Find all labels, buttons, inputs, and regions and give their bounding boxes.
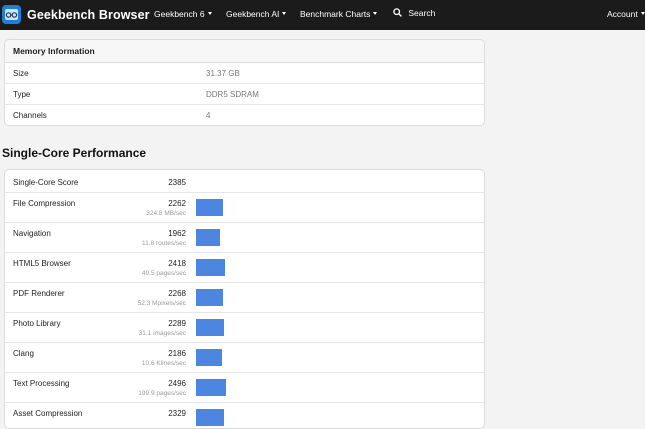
benchmark-row: Asset Compression 2329 bbox=[5, 403, 484, 428]
benchmark-name: Navigation bbox=[13, 229, 51, 238]
single-core-score-label: Single-Core Score bbox=[13, 178, 79, 187]
benchmark-row: Navigation 1962 11.8 routes/sec bbox=[5, 223, 484, 253]
benchmark-row: File Compression 2262 324.8 MB/sec bbox=[5, 193, 484, 223]
benchmark-name: HTML5 Browser bbox=[13, 259, 71, 268]
benchmark-score-bar bbox=[196, 409, 224, 426]
brand-link[interactable]: Geekbench Browser bbox=[2, 5, 150, 24]
benchmark-name: Text Processing bbox=[13, 379, 70, 388]
memory-row-value: 31.37 GB bbox=[206, 69, 240, 78]
benchmark-rate: 199.9 pages/sec bbox=[138, 390, 186, 397]
caret-down-icon bbox=[373, 12, 378, 15]
nav-benchmark-charts-label: Benchmark Charts bbox=[300, 9, 371, 19]
benchmark-score: 2496 bbox=[168, 379, 186, 388]
nav-geekbench-ai-label: Geekbench AI bbox=[226, 9, 280, 19]
benchmark-name: Photo Library bbox=[13, 319, 61, 328]
search-icon bbox=[393, 8, 402, 17]
memory-info-title: Memory Information bbox=[5, 40, 484, 63]
top-navbar: Geekbench Browser Geekbench 6 Geekbench … bbox=[0, 0, 645, 30]
memory-row-name: Size bbox=[13, 69, 29, 78]
memory-row: Size 31.37 GB bbox=[5, 63, 484, 84]
benchmark-row: HTML5 Browser 2418 49.5 pages/sec bbox=[5, 253, 484, 283]
benchmark-name: Asset Compression bbox=[13, 409, 83, 418]
nav-account-dropdown[interactable]: Account bbox=[607, 9, 645, 19]
benchmark-score: 2329 bbox=[168, 409, 186, 418]
benchmark-score-bar bbox=[196, 379, 226, 396]
nav-search-label: Search bbox=[408, 8, 436, 18]
benchmark-name: PDF Renderer bbox=[13, 289, 65, 298]
nav-benchmark-charts-dropdown[interactable]: Benchmark Charts bbox=[300, 9, 378, 19]
single-core-card: Single-Core Score 2385 File Compression 2… bbox=[4, 169, 485, 429]
caret-down-icon bbox=[640, 12, 645, 15]
benchmark-rate: 31.1 images/sec bbox=[138, 330, 186, 337]
benchmark-score: 1962 bbox=[168, 229, 186, 238]
benchmark-score: 2268 bbox=[168, 289, 186, 298]
brand-name: Geekbench Browser bbox=[27, 7, 150, 22]
benchmark-score-bar bbox=[196, 349, 222, 366]
caret-down-icon bbox=[282, 12, 287, 15]
benchmark-rate: 324.8 MB/sec bbox=[146, 210, 186, 217]
nav-geekbench6-dropdown[interactable]: Geekbench 6 bbox=[154, 9, 212, 19]
nav-search-link[interactable]: Search bbox=[393, 8, 435, 18]
benchmark-score-bar bbox=[196, 229, 220, 246]
benchmark-row: PDF Renderer 2268 52.3 Mpixels/sec bbox=[5, 283, 484, 313]
benchmark-score-bar bbox=[196, 199, 223, 216]
single-core-score-value: 2385 bbox=[168, 178, 186, 187]
benchmark-row: Text Processing 2496 199.9 pages/sec bbox=[5, 373, 484, 403]
benchmark-score: 2289 bbox=[168, 319, 186, 328]
memory-row-name: Type bbox=[13, 90, 31, 99]
benchmark-row: Photo Library 2289 31.1 images/sec bbox=[5, 313, 484, 343]
benchmark-list: File Compression 2262 324.8 MB/sec Navigati… bbox=[5, 193, 484, 428]
memory-info-card: Memory Information Size 31.37 GB Type DD… bbox=[4, 39, 485, 126]
benchmark-score-bar bbox=[196, 289, 223, 306]
single-core-section-title: Single-Core Performance bbox=[2, 146, 147, 160]
benchmark-score: 2262 bbox=[168, 199, 186, 208]
benchmark-row: Clang 2186 10.6 Klines/sec bbox=[5, 343, 484, 373]
geekbench-logo-icon bbox=[2, 5, 21, 24]
memory-row-value: 4 bbox=[206, 111, 211, 120]
memory-row-name: Channels bbox=[13, 111, 47, 120]
benchmark-score-bar bbox=[196, 319, 224, 336]
nav-geekbench6-label: Geekbench 6 bbox=[154, 9, 205, 19]
benchmark-score: 2186 bbox=[168, 349, 186, 358]
benchmark-rate: 11.8 routes/sec bbox=[142, 240, 186, 247]
benchmark-rate: 52.3 Mpixels/sec bbox=[137, 300, 186, 307]
single-core-score-row: Single-Core Score 2385 bbox=[5, 170, 484, 193]
memory-row: Channels 4 bbox=[5, 105, 484, 125]
benchmark-name: Clang bbox=[13, 349, 34, 358]
benchmark-rate: 10.6 Klines/sec bbox=[141, 360, 186, 367]
nav-geekbench-ai-dropdown[interactable]: Geekbench AI bbox=[226, 9, 287, 19]
caret-down-icon bbox=[207, 12, 212, 15]
memory-row: Type DDR5 SDRAM bbox=[5, 84, 484, 105]
nav-account-label: Account bbox=[607, 9, 638, 19]
benchmark-rate: 49.5 pages/sec bbox=[141, 270, 186, 277]
benchmark-name: File Compression bbox=[13, 199, 76, 208]
benchmark-score: 2418 bbox=[168, 259, 186, 268]
benchmark-score-bar bbox=[196, 259, 225, 276]
memory-row-value: DDR5 SDRAM bbox=[206, 90, 259, 99]
